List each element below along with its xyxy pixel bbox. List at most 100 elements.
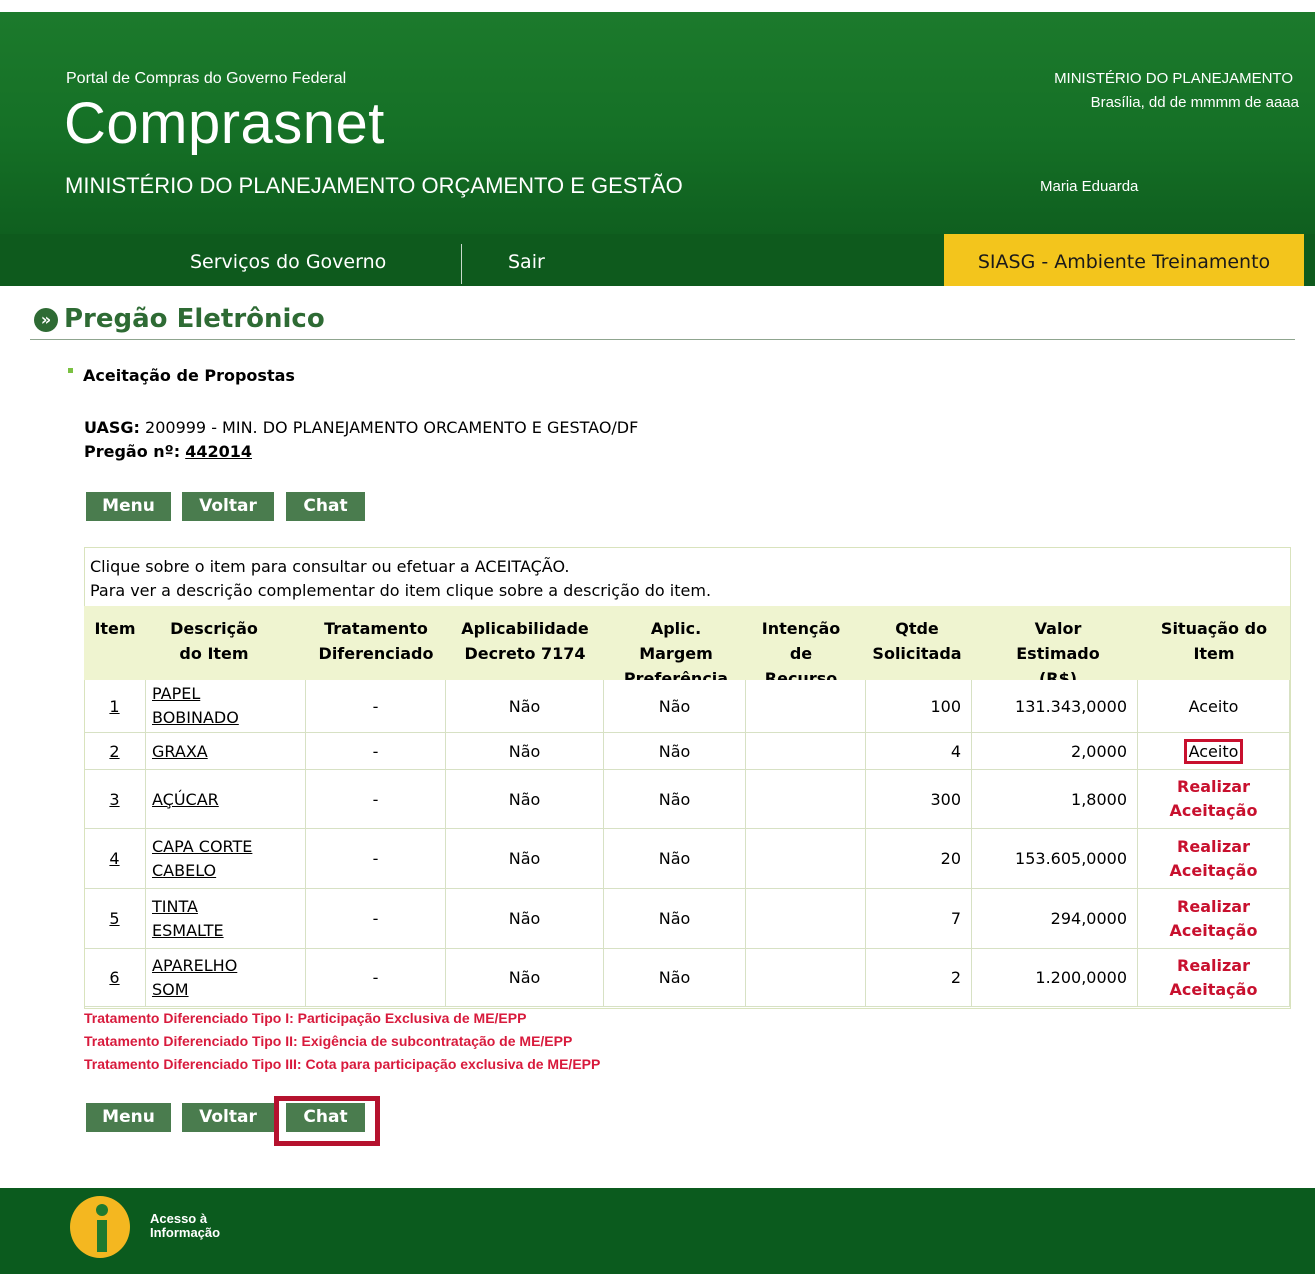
qtde-cell: 4 <box>866 733 972 770</box>
descricao-link[interactable]: PAPEL BOBINADO <box>152 682 264 730</box>
table-instruction-2: Para ver a descrição complementar do ite… <box>90 581 712 600</box>
margem-cell: Não <box>604 949 746 1007</box>
environment-badge: SIASG - Ambiente Treinamento <box>944 234 1304 286</box>
chat-button[interactable]: Chat <box>286 492 365 521</box>
col-header-descricao: Descrição do Item <box>170 619 258 663</box>
double-chevron-icon: » <box>34 308 58 332</box>
table-row[interactable]: 2 GRAXA - Não Não 4 2,0000 Aceito <box>84 733 1290 770</box>
date-text: Brasília, dd de mmmm de aaaa <box>1090 94 1299 111</box>
descricao-cell: PAPEL BOBINADO <box>146 680 306 733</box>
aplicabilidade-cell: Não <box>446 949 604 1007</box>
descricao-link[interactable]: TINTA ESMALTE <box>152 895 252 943</box>
realizar-aceitacao-link[interactable]: Realizar Aceitação <box>1162 835 1266 883</box>
descricao-link[interactable]: GRAXA <box>152 742 208 761</box>
tratamento-cell: - <box>306 949 446 1007</box>
table-instruction-1: Clique sobre o item para consultar ou ef… <box>90 557 570 576</box>
legend-tipo-i: Tratamento Diferenciado Tipo I: Particip… <box>84 1010 527 1026</box>
table-row[interactable]: 5 TINTA ESMALTE - Não Não 7 294,0000 Rea… <box>84 889 1290 949</box>
page-title-text: Pregão Eletrônico <box>64 304 325 334</box>
valor-cell: 2,0000 <box>972 733 1138 770</box>
pregao-number-link[interactable]: 442014 <box>185 442 252 461</box>
qtde-cell: 100 <box>866 680 972 733</box>
ministry-top-right: MINISTÉRIO DO PLANEJAMENTO <box>1054 70 1293 87</box>
realizar-aceitacao-link[interactable]: Realizar Aceitação <box>1162 895 1266 943</box>
col-header-qtde: Qtde Solicitada <box>872 619 962 663</box>
table-row[interactable]: 1 PAPEL BOBINADO - Não Não 100 131.343,0… <box>84 680 1290 733</box>
item-number-link[interactable]: 3 <box>109 790 119 809</box>
qtde-cell: 2 <box>866 949 972 1007</box>
col-header-margem: Aplic. Margem Preferência <box>623 619 729 680</box>
item-number-link[interactable]: 5 <box>109 909 119 928</box>
section-heading-text: Aceitação de Propostas <box>83 366 295 385</box>
descricao-link[interactable]: CAPA CORTE CABELO <box>152 835 282 883</box>
aplicabilidade-cell: Não <box>446 770 604 829</box>
situacao-cell: Realizar Aceitação <box>1138 949 1290 1007</box>
voltar-button[interactable]: Voltar <box>182 1103 274 1132</box>
descricao-link[interactable]: AÇÚCAR <box>152 790 219 809</box>
item-number-link[interactable]: 6 <box>109 968 119 987</box>
item-number-cell: 5 <box>84 889 146 949</box>
item-number-cell: 4 <box>84 829 146 889</box>
situacao-cell: Aceito <box>1138 733 1290 770</box>
col-header-item: Item <box>94 619 136 638</box>
chat-button-highlight <box>274 1096 380 1146</box>
brand-logo-text[interactable]: Comprasnet <box>64 90 385 157</box>
table-row[interactable]: 6 APARELHO SOM - Não Não 2 1.200,0000 Re… <box>84 949 1290 1007</box>
item-number-link[interactable]: 2 <box>109 742 119 761</box>
title-divider <box>30 339 1295 340</box>
tratamento-cell: - <box>306 889 446 949</box>
nav-servicos-governo[interactable]: Serviços do Governo <box>190 234 386 286</box>
info-dot-icon <box>96 1204 108 1216</box>
situacao-aceito-highlighted[interactable]: Aceito <box>1183 738 1244 764</box>
margem-cell: Não <box>604 733 746 770</box>
table-row[interactable]: 3 AÇÚCAR - Não Não 300 1,8000 Realizar A… <box>84 770 1290 829</box>
realizar-aceitacao-link[interactable]: Realizar Aceitação <box>1162 954 1266 1002</box>
item-number-cell: 2 <box>84 733 146 770</box>
acesso-informacao-link[interactable]: Acesso à Informação <box>150 1212 220 1240</box>
page-title: » Pregão Eletrônico <box>34 304 325 334</box>
descricao-link[interactable]: APARELHO SOM <box>152 954 262 1002</box>
valor-cell: 294,0000 <box>972 889 1138 949</box>
aplicabilidade-cell: Não <box>446 733 604 770</box>
tratamento-cell: - <box>306 733 446 770</box>
situacao-cell: Realizar Aceitação <box>1138 889 1290 949</box>
item-number-link[interactable]: 1 <box>109 697 119 716</box>
bullet-icon <box>68 368 73 373</box>
col-header-aplicabilidade: Aplicabilidade Decreto 7174 <box>461 619 589 663</box>
intencao-cell <box>746 770 866 829</box>
nav-sair[interactable]: Sair <box>508 234 545 286</box>
item-number-cell: 1 <box>84 680 146 733</box>
col-header-tratamento: Tratamento Diferenciado <box>318 619 434 663</box>
item-number-cell: 3 <box>84 770 146 829</box>
ministry-name: MINISTÉRIO DO PLANEJAMENTO ORÇAMENTO E G… <box>65 173 683 198</box>
margem-cell: Não <box>604 829 746 889</box>
aplicabilidade-cell: Não <box>446 680 604 733</box>
item-number-link[interactable]: 4 <box>109 849 119 868</box>
pregao-label: Pregão nº: <box>84 442 181 461</box>
realizar-aceitacao-link[interactable]: Realizar Aceitação <box>1162 775 1266 823</box>
table-row[interactable]: 4 CAPA CORTE CABELO - Não Não 20 153.605… <box>84 829 1290 889</box>
info-bar-icon <box>97 1220 107 1252</box>
descricao-cell: TINTA ESMALTE <box>146 889 306 949</box>
item-number-cell: 6 <box>84 949 146 1007</box>
legend-tipo-ii: Tratamento Diferenciado Tipo II: Exigênc… <box>84 1033 573 1049</box>
nav-separator <box>461 244 462 284</box>
tratamento-cell: - <box>306 770 446 829</box>
uasg-line: UASG: 200999 - MIN. DO PLANEJAMENTO ORCA… <box>84 418 638 437</box>
menu-button[interactable]: Menu <box>86 492 171 521</box>
qtde-cell: 20 <box>866 829 972 889</box>
tratamento-cell: - <box>306 680 446 733</box>
acesso-text: Acesso à <box>150 1211 208 1226</box>
descricao-cell: AÇÚCAR <box>146 770 306 829</box>
situacao-cell: Realizar Aceitação <box>1138 770 1290 829</box>
pregao-line: Pregão nº: 442014 <box>84 442 252 461</box>
aplicabilidade-cell: Não <box>446 829 604 889</box>
margem-cell: Não <box>604 889 746 949</box>
legend-tipo-iii: Tratamento Diferenciado Tipo III: Cota p… <box>84 1056 601 1072</box>
user-name: Maria Eduarda <box>1040 178 1139 195</box>
menu-button[interactable]: Menu <box>86 1103 171 1132</box>
qtde-cell: 7 <box>866 889 972 949</box>
voltar-button[interactable]: Voltar <box>182 492 274 521</box>
situacao-cell: Realizar Aceitação <box>1138 829 1290 889</box>
situacao-cell: Aceito <box>1138 680 1290 733</box>
